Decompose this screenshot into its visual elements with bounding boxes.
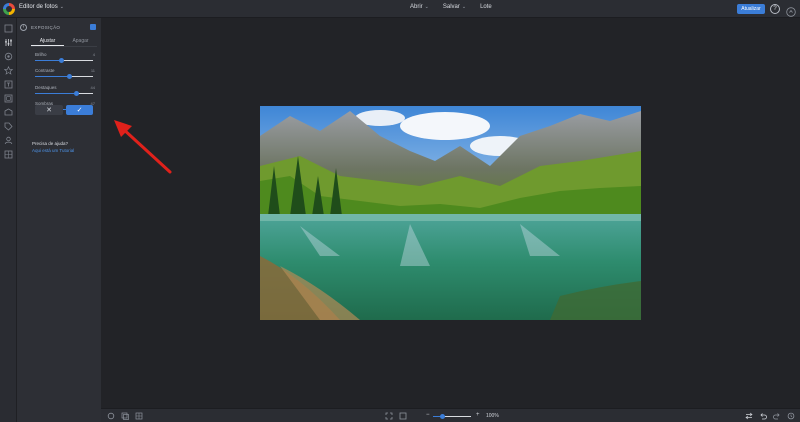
help-icon[interactable]: ? xyxy=(770,4,780,14)
cancel-button[interactable]: ✕ xyxy=(35,105,63,115)
brightness-fill xyxy=(35,60,62,61)
text-icon[interactable] xyxy=(4,80,13,89)
zoom-slider-handle[interactable] xyxy=(440,414,445,419)
brightness-value: 4 xyxy=(92,52,95,57)
chevron-down-icon: ⌄ xyxy=(424,4,429,10)
effects-icon[interactable] xyxy=(4,52,13,61)
notifications-icon[interactable] xyxy=(786,4,796,17)
brightness-slider-handle[interactable] xyxy=(59,58,65,63)
texture-icon[interactable] xyxy=(4,150,13,159)
contrast-slider-handle[interactable] xyxy=(67,74,73,79)
menu-open[interactable]: Abrir ⌄ xyxy=(410,4,429,10)
tool-sidebar xyxy=(0,18,17,422)
annotation-arrow xyxy=(114,120,172,174)
contrast-label: Contraste xyxy=(35,68,55,73)
brightness-control: Brilho 4 xyxy=(35,52,95,63)
highlights-control: Destaques 44 xyxy=(35,85,95,96)
menu-batch[interactable]: Lote xyxy=(480,4,492,10)
person-icon[interactable] xyxy=(4,136,13,145)
panel-title: EXPOSIÇÃO xyxy=(31,25,61,30)
upgrade-button[interactable]: Atualizar xyxy=(737,4,765,14)
crop-icon[interactable] xyxy=(4,24,13,33)
actual-size-icon[interactable] xyxy=(399,412,407,420)
bottom-bar: − + 100% xyxy=(101,408,800,422)
chevron-down-icon: ⌄ xyxy=(59,4,64,10)
history-icon[interactable] xyxy=(787,412,795,420)
chevron-down-icon: ⌄ xyxy=(461,4,467,10)
contrast-control: Contraste 11 xyxy=(35,68,95,79)
zoom-in-button[interactable]: + xyxy=(476,412,480,418)
zoom-out-button[interactable]: − xyxy=(426,412,430,418)
layer-icon[interactable] xyxy=(90,24,96,30)
tag-icon[interactable] xyxy=(4,122,13,131)
highlights-label: Destaques xyxy=(35,85,57,90)
panel-header: ‹ EXPOSIÇÃO xyxy=(17,18,101,36)
exposure-panel: ‹ EXPOSIÇÃO Ajustar Apagar Brilho 4 Cont… xyxy=(17,18,101,422)
layers-icon[interactable] xyxy=(121,412,129,420)
shape-icon[interactable] xyxy=(4,108,13,117)
tabs-divider xyxy=(31,46,97,47)
undo-icon[interactable] xyxy=(759,412,767,420)
tutorial-link[interactable]: Aqui está um Tutorial xyxy=(32,148,74,153)
star-icon[interactable] xyxy=(4,66,13,75)
frame-icon[interactable] xyxy=(4,94,13,103)
highlights-slider-handle[interactable] xyxy=(74,91,80,96)
app-logo[interactable] xyxy=(3,3,15,15)
fit-screen-icon[interactable] xyxy=(385,412,393,420)
top-menu: Abrir ⌄ Salvar ⌄ Lote xyxy=(410,4,492,10)
adjust-sliders-icon[interactable] xyxy=(4,38,13,47)
back-arrow-icon[interactable]: ‹ xyxy=(20,24,27,31)
menu-save[interactable]: Salvar ⌄ xyxy=(443,4,466,10)
contrast-value: 11 xyxy=(90,68,95,73)
brightness-label: Brilho xyxy=(35,52,47,57)
photo-image[interactable] xyxy=(260,106,641,320)
highlights-value: 44 xyxy=(90,85,95,90)
menu-save-label: Salvar xyxy=(442,4,460,10)
apply-button[interactable]: ✓ xyxy=(66,105,93,115)
help-heading: Precisa de ajuda? xyxy=(32,141,69,146)
contrast-fill xyxy=(35,76,70,77)
tab-erase[interactable]: Apagar xyxy=(64,37,97,46)
app-title-label: Editor de fotos xyxy=(19,4,58,10)
menu-open-label: Abrir xyxy=(410,4,423,10)
zoom-level: 100% xyxy=(486,413,499,419)
grid-icon[interactable] xyxy=(135,412,143,420)
settings-icon[interactable] xyxy=(107,412,115,420)
menu-batch-label: Lote xyxy=(480,4,492,10)
top-bar: Editor de fotos ⌄ Abrir ⌄ Salvar ⌄ Lote Atu… xyxy=(0,0,800,18)
panel-tabs: Ajustar Apagar xyxy=(31,37,97,46)
compare-icon[interactable] xyxy=(745,412,753,420)
app-title-menu[interactable]: Editor de fotos ⌄ xyxy=(19,4,64,10)
tab-adjust[interactable]: Ajustar xyxy=(31,37,64,46)
highlights-fill xyxy=(35,93,77,94)
redo-icon[interactable] xyxy=(773,412,781,420)
